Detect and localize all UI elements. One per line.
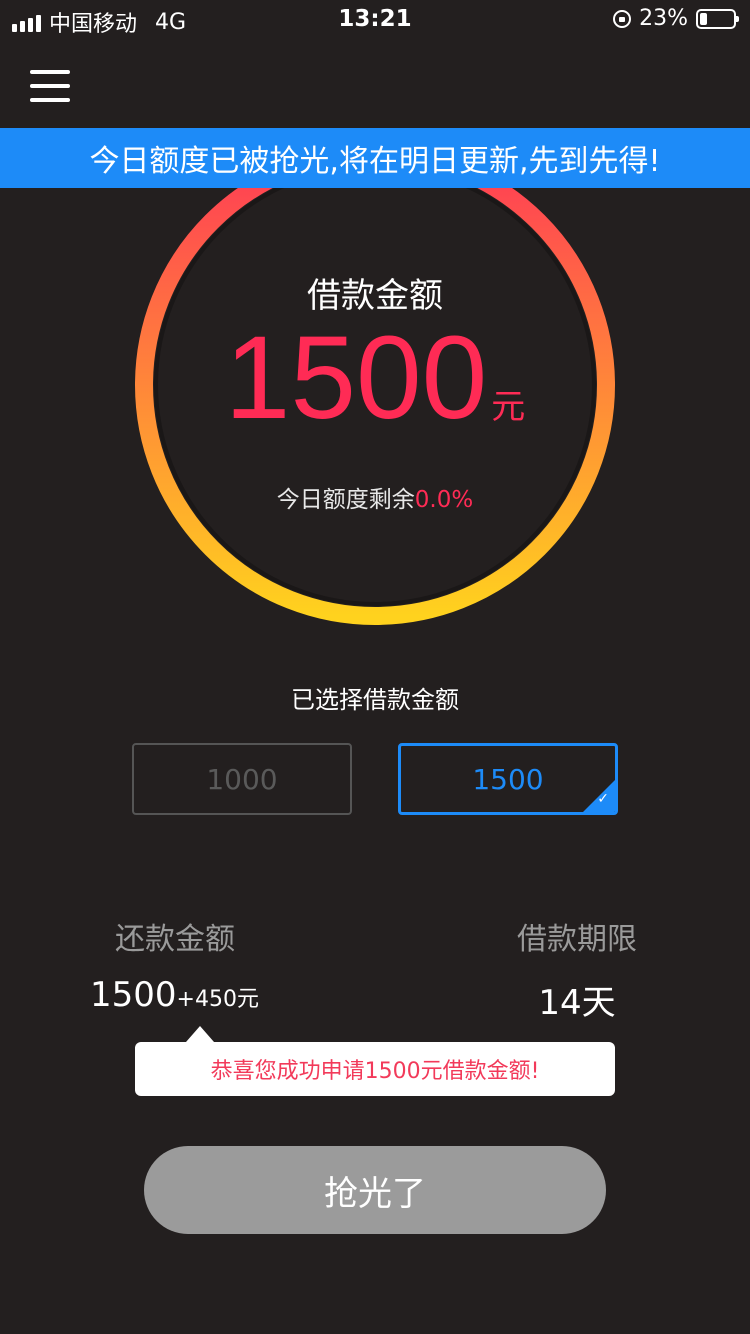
repay-amount-label: 还款金额 [115, 922, 235, 957]
loan-amount-title: 借款金额 [307, 276, 443, 316]
loan-amount-unit: 元 [491, 387, 526, 427]
amount-option-1000[interactable]: 1000 [132, 743, 352, 815]
loan-term-value: 14天 [538, 983, 616, 1023]
loan-amount-number: 1500 [224, 312, 488, 444]
repay-principal: 1500 [90, 975, 177, 1015]
loan-amount-value: 1500 元 [130, 318, 620, 438]
quota-remaining-value: 0.0% [414, 487, 474, 513]
amount-ring: 借款金额 1500 元 今日额度剩余0.0% [130, 140, 620, 630]
loan-term-label: 借款期限 [517, 922, 637, 957]
selected-amount-label: 已选择借款金额 [291, 686, 459, 714]
rotation-lock-icon [613, 9, 632, 28]
amount-option-label: 1000 [206, 762, 278, 796]
quota-remaining: 今日额度剩余0.0% [130, 480, 620, 514]
battery-fill [700, 12, 708, 25]
battery-icon [696, 8, 739, 29]
check-icon: ✓ [597, 791, 609, 807]
battery-percent: 23% [639, 6, 688, 31]
repay-amount-value: 1500+450元 [90, 975, 259, 1015]
amount-option-label: 1500 [472, 762, 544, 796]
sold-out-button[interactable]: 抢光了 [144, 1146, 606, 1234]
success-toast: 恭喜您成功申请1500元借款金额! [135, 1042, 615, 1096]
notice-banner: 今日额度已被抢光,将在明日更新,先到先得! [0, 128, 750, 188]
amount-option-1500[interactable]: 1500 ✓ [398, 743, 618, 815]
repay-interest: +450元 [176, 987, 259, 1012]
quota-remaining-label: 今日额度剩余 [276, 487, 415, 513]
status-right: 23% [613, 6, 739, 31]
menu-icon[interactable] [30, 70, 70, 102]
toast-arrow [186, 1026, 214, 1042]
status-bar: 中国移动 4G 13:21 23% [0, 0, 750, 40]
